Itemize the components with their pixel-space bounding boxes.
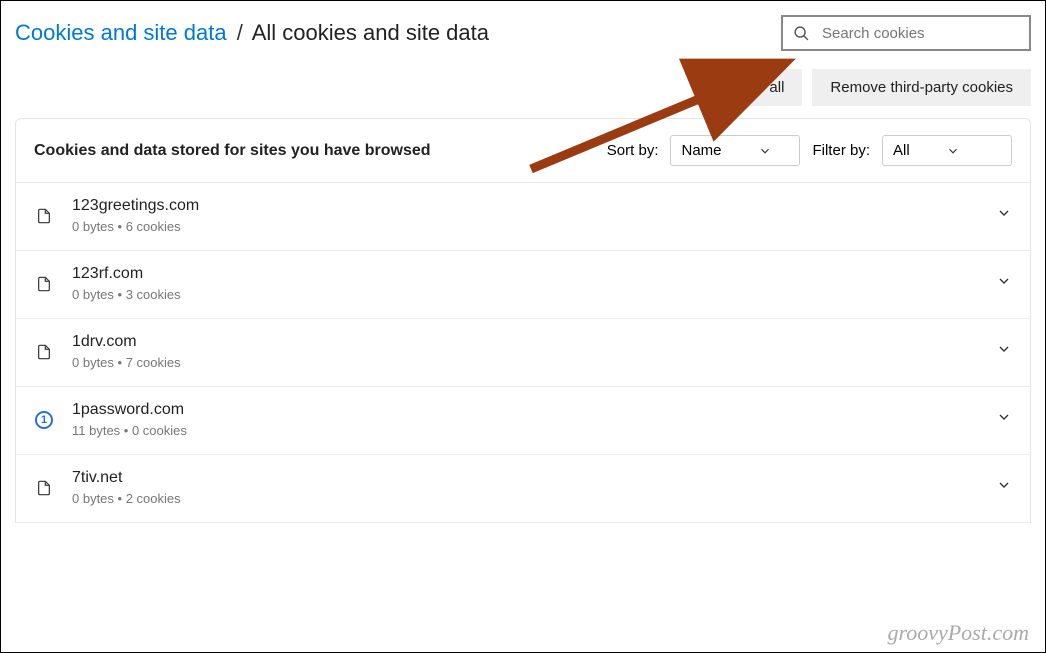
sort-by-value: Name bbox=[681, 142, 721, 159]
search-icon bbox=[793, 25, 810, 42]
panel-filters: Sort by: Name Filter by: All bbox=[607, 135, 1012, 166]
row-content: 1password.com 11 bytes • 0 cookies bbox=[72, 401, 978, 438]
filter-by-select[interactable]: All bbox=[882, 135, 1012, 166]
breadcrumb-separator: / bbox=[237, 20, 243, 45]
chevron-down-icon bbox=[946, 144, 960, 158]
filter-by-label: Filter by: bbox=[812, 142, 870, 159]
row-content: 7tiv.net 0 bytes • 2 cookies bbox=[72, 469, 978, 506]
cookie-site-row[interactable]: 7tiv.net 0 bytes • 2 cookies bbox=[16, 455, 1030, 523]
site-domain: 7tiv.net bbox=[72, 469, 978, 487]
chevron-down-icon bbox=[996, 341, 1012, 362]
row-content: 123greetings.com 0 bytes • 6 cookies bbox=[72, 197, 978, 234]
search-box[interactable] bbox=[781, 15, 1031, 51]
site-domain: 123greetings.com bbox=[72, 197, 978, 215]
watermark: groovyPost.com bbox=[887, 620, 1029, 646]
breadcrumb-current: All cookies and site data bbox=[252, 20, 489, 45]
cookies-panel: Cookies and data stored for sites you ha… bbox=[15, 118, 1031, 523]
site-domain: 123rf.com bbox=[72, 265, 978, 283]
file-icon bbox=[34, 478, 54, 498]
site-domain: 1drv.com bbox=[72, 333, 978, 351]
panel-title: Cookies and data stored for sites you ha… bbox=[34, 142, 431, 160]
chevron-down-icon bbox=[996, 409, 1012, 430]
cookie-site-row[interactable]: 1 1password.com 11 bytes • 0 cookies bbox=[16, 387, 1030, 455]
breadcrumb: Cookies and site data / All cookies and … bbox=[15, 20, 489, 46]
site-meta: 0 bytes • 3 cookies bbox=[72, 287, 978, 302]
actions-row: Remove all Remove third-party cookies bbox=[1, 51, 1045, 118]
chevron-down-icon bbox=[758, 144, 772, 158]
onepassword-icon: 1 bbox=[34, 410, 54, 430]
chevron-down-icon bbox=[996, 273, 1012, 294]
row-content: 123rf.com 0 bytes • 3 cookies bbox=[72, 265, 978, 302]
search-input[interactable] bbox=[822, 25, 1019, 42]
remove-all-button[interactable]: Remove all bbox=[691, 69, 802, 106]
cookie-site-row[interactable]: 1drv.com 0 bytes • 7 cookies bbox=[16, 319, 1030, 387]
panel-header: Cookies and data stored for sites you ha… bbox=[16, 119, 1030, 183]
sort-by-select[interactable]: Name bbox=[670, 135, 800, 166]
site-meta: 0 bytes • 7 cookies bbox=[72, 355, 978, 370]
row-content: 1drv.com 0 bytes • 7 cookies bbox=[72, 333, 978, 370]
cookie-site-row[interactable]: 123rf.com 0 bytes • 3 cookies bbox=[16, 251, 1030, 319]
site-meta: 0 bytes • 6 cookies bbox=[72, 219, 978, 234]
site-domain: 1password.com bbox=[72, 401, 978, 419]
file-icon bbox=[34, 206, 54, 226]
remove-third-party-button[interactable]: Remove third-party cookies bbox=[812, 69, 1031, 106]
sort-by-label: Sort by: bbox=[607, 142, 659, 159]
chevron-down-icon bbox=[996, 205, 1012, 226]
file-icon bbox=[34, 342, 54, 362]
file-icon bbox=[34, 274, 54, 294]
cookie-site-row[interactable]: 123greetings.com 0 bytes • 6 cookies bbox=[16, 183, 1030, 251]
site-meta: 0 bytes • 2 cookies bbox=[72, 491, 978, 506]
filter-by-value: All bbox=[893, 142, 910, 159]
site-meta: 11 bytes • 0 cookies bbox=[72, 423, 978, 438]
chevron-down-icon bbox=[996, 477, 1012, 498]
breadcrumb-parent-link[interactable]: Cookies and site data bbox=[15, 20, 227, 45]
